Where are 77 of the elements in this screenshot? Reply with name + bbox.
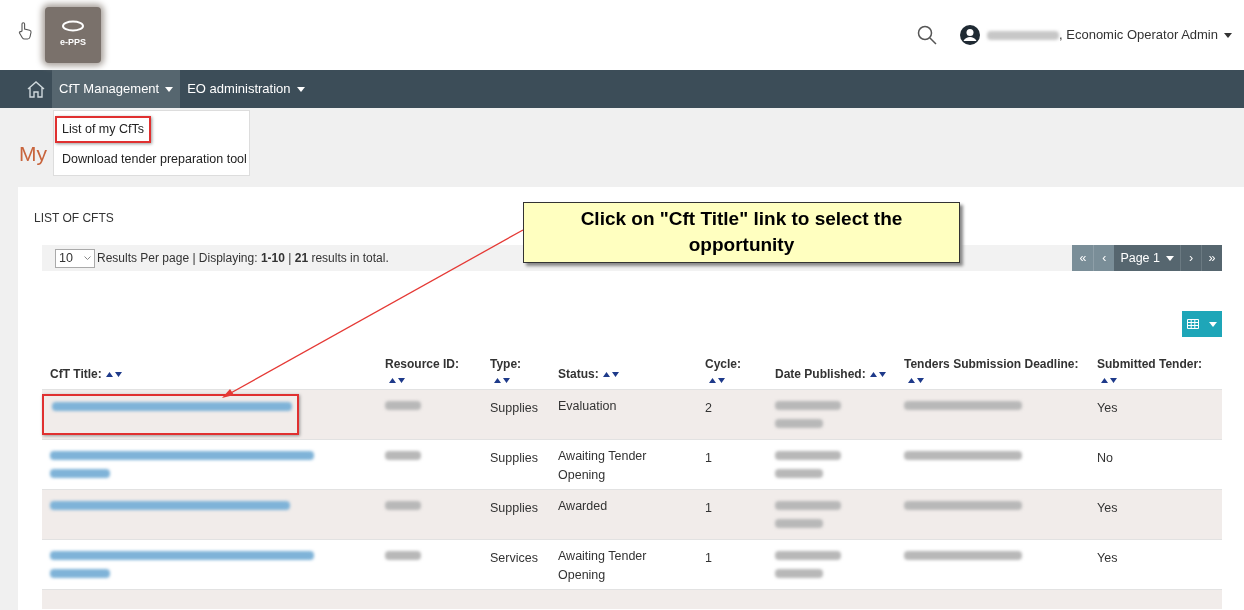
title-link[interactable] <box>42 394 299 435</box>
table-cell-text: 1 <box>705 550 713 567</box>
table-cell-text: Services <box>490 550 539 567</box>
sort-icon[interactable] <box>602 371 619 377</box>
redacted-text <box>775 419 823 428</box>
next-page-button[interactable]: › <box>1180 245 1201 271</box>
column-header[interactable]: Date Published: <box>775 365 904 383</box>
page-title: My <box>19 142 47 165</box>
page-select[interactable]: Page 1 <box>1114 245 1180 271</box>
logo-text: e-PPS <box>60 36 86 50</box>
table-row[interactable]: Supplies Awarded 1 Yes <box>42 489 1222 539</box>
menu-item[interactable]: List of my CfTs <box>55 116 151 143</box>
user-avatar-icon[interactable] <box>959 24 982 46</box>
redacted-text <box>50 469 110 478</box>
column-header[interactable]: Status: <box>558 365 705 383</box>
sort-icon[interactable] <box>105 371 122 377</box>
table-cell-text: 1 <box>705 450 713 467</box>
redacted-text <box>775 551 841 560</box>
sort-icon[interactable] <box>1101 377 1117 383</box>
column-toggle-button[interactable] <box>1182 311 1222 337</box>
user-menu[interactable]: , Economic Operator Admin <box>1059 25 1232 45</box>
redacted-text <box>775 519 823 528</box>
last-page-button[interactable]: » <box>1201 245 1222 271</box>
redacted-text <box>50 569 110 578</box>
column-header[interactable]: Tenders Submission Deadline: <box>904 355 1097 383</box>
table-cell-text: 1 <box>705 500 713 517</box>
table-cell-text: Yes <box>1097 550 1119 567</box>
sort-icon[interactable] <box>869 371 886 377</box>
chevron-icon <box>84 255 91 261</box>
table-cell-text: Supplies <box>490 450 539 467</box>
results-summary: Results Per page | Displaying: 1-10 | 21 results in total. <box>97 250 389 267</box>
table-cell-text: Yes <box>1097 400 1119 417</box>
table-cell-text: Supplies <box>490 400 539 417</box>
section-title: LIST OF CFTS <box>34 210 114 227</box>
table-cell-text: Awaiting Tender Opening <box>558 548 648 584</box>
caret-icon <box>1209 321 1217 327</box>
logo[interactable]: e-PPS <box>45 7 101 63</box>
caret-icon <box>165 86 174 92</box>
redacted-text <box>385 501 421 510</box>
column-header[interactable]: Resource ID: <box>385 355 490 383</box>
per-page-select[interactable]: 10 <box>55 248 95 268</box>
redacted-text <box>775 501 841 510</box>
nav-menu[interactable]: EO administration <box>180 70 312 108</box>
search-icon[interactable] <box>917 25 938 45</box>
redacted-text <box>775 469 823 478</box>
sort-icon[interactable] <box>389 377 405 383</box>
column-header[interactable]: CfT Title: <box>50 365 385 383</box>
redacted-text <box>775 451 841 460</box>
nav-menu[interactable]: CfT Management <box>52 70 181 108</box>
sort-icon[interactable] <box>709 377 725 383</box>
table-cell-text: No <box>1097 450 1114 467</box>
callout-note: Click on "Cft Title" link to select the opportunity <box>523 202 960 263</box>
caret-icon <box>1166 255 1174 261</box>
redacted-text <box>775 401 841 410</box>
column-header[interactable]: Type: <box>490 355 558 383</box>
table-row[interactable]: Supplies Evaluation 2 Yes <box>42 389 1222 439</box>
sort-icon[interactable] <box>494 377 510 383</box>
column-header[interactable]: Submitted Tender: <box>1097 355 1222 383</box>
home-icon[interactable] <box>26 79 46 99</box>
menu-item[interactable]: Download tender preparation tool <box>55 145 254 173</box>
table-icon <box>1187 319 1199 329</box>
table-cell-text: Yes <box>1097 500 1119 517</box>
column-header[interactable]: Cycle: <box>705 355 775 383</box>
table-cell-text: Supplies <box>490 500 539 517</box>
table-cell-text: Evaluation <box>558 398 618 415</box>
redacted-text <box>385 401 421 410</box>
caret-icon <box>296 86 305 92</box>
table-cell-text: Awarded <box>558 498 609 515</box>
logo-ring-icon <box>61 20 85 33</box>
redacted-text <box>385 451 421 460</box>
table-cell-text: 2 <box>705 400 713 417</box>
sort-icon[interactable] <box>908 377 924 383</box>
redacted-text <box>385 551 421 560</box>
redacted-text <box>775 569 823 578</box>
pointer-hand-icon <box>18 22 32 40</box>
caret-icon <box>1224 32 1232 38</box>
table-cell-text: Awaiting Tender Opening <box>558 448 648 484</box>
